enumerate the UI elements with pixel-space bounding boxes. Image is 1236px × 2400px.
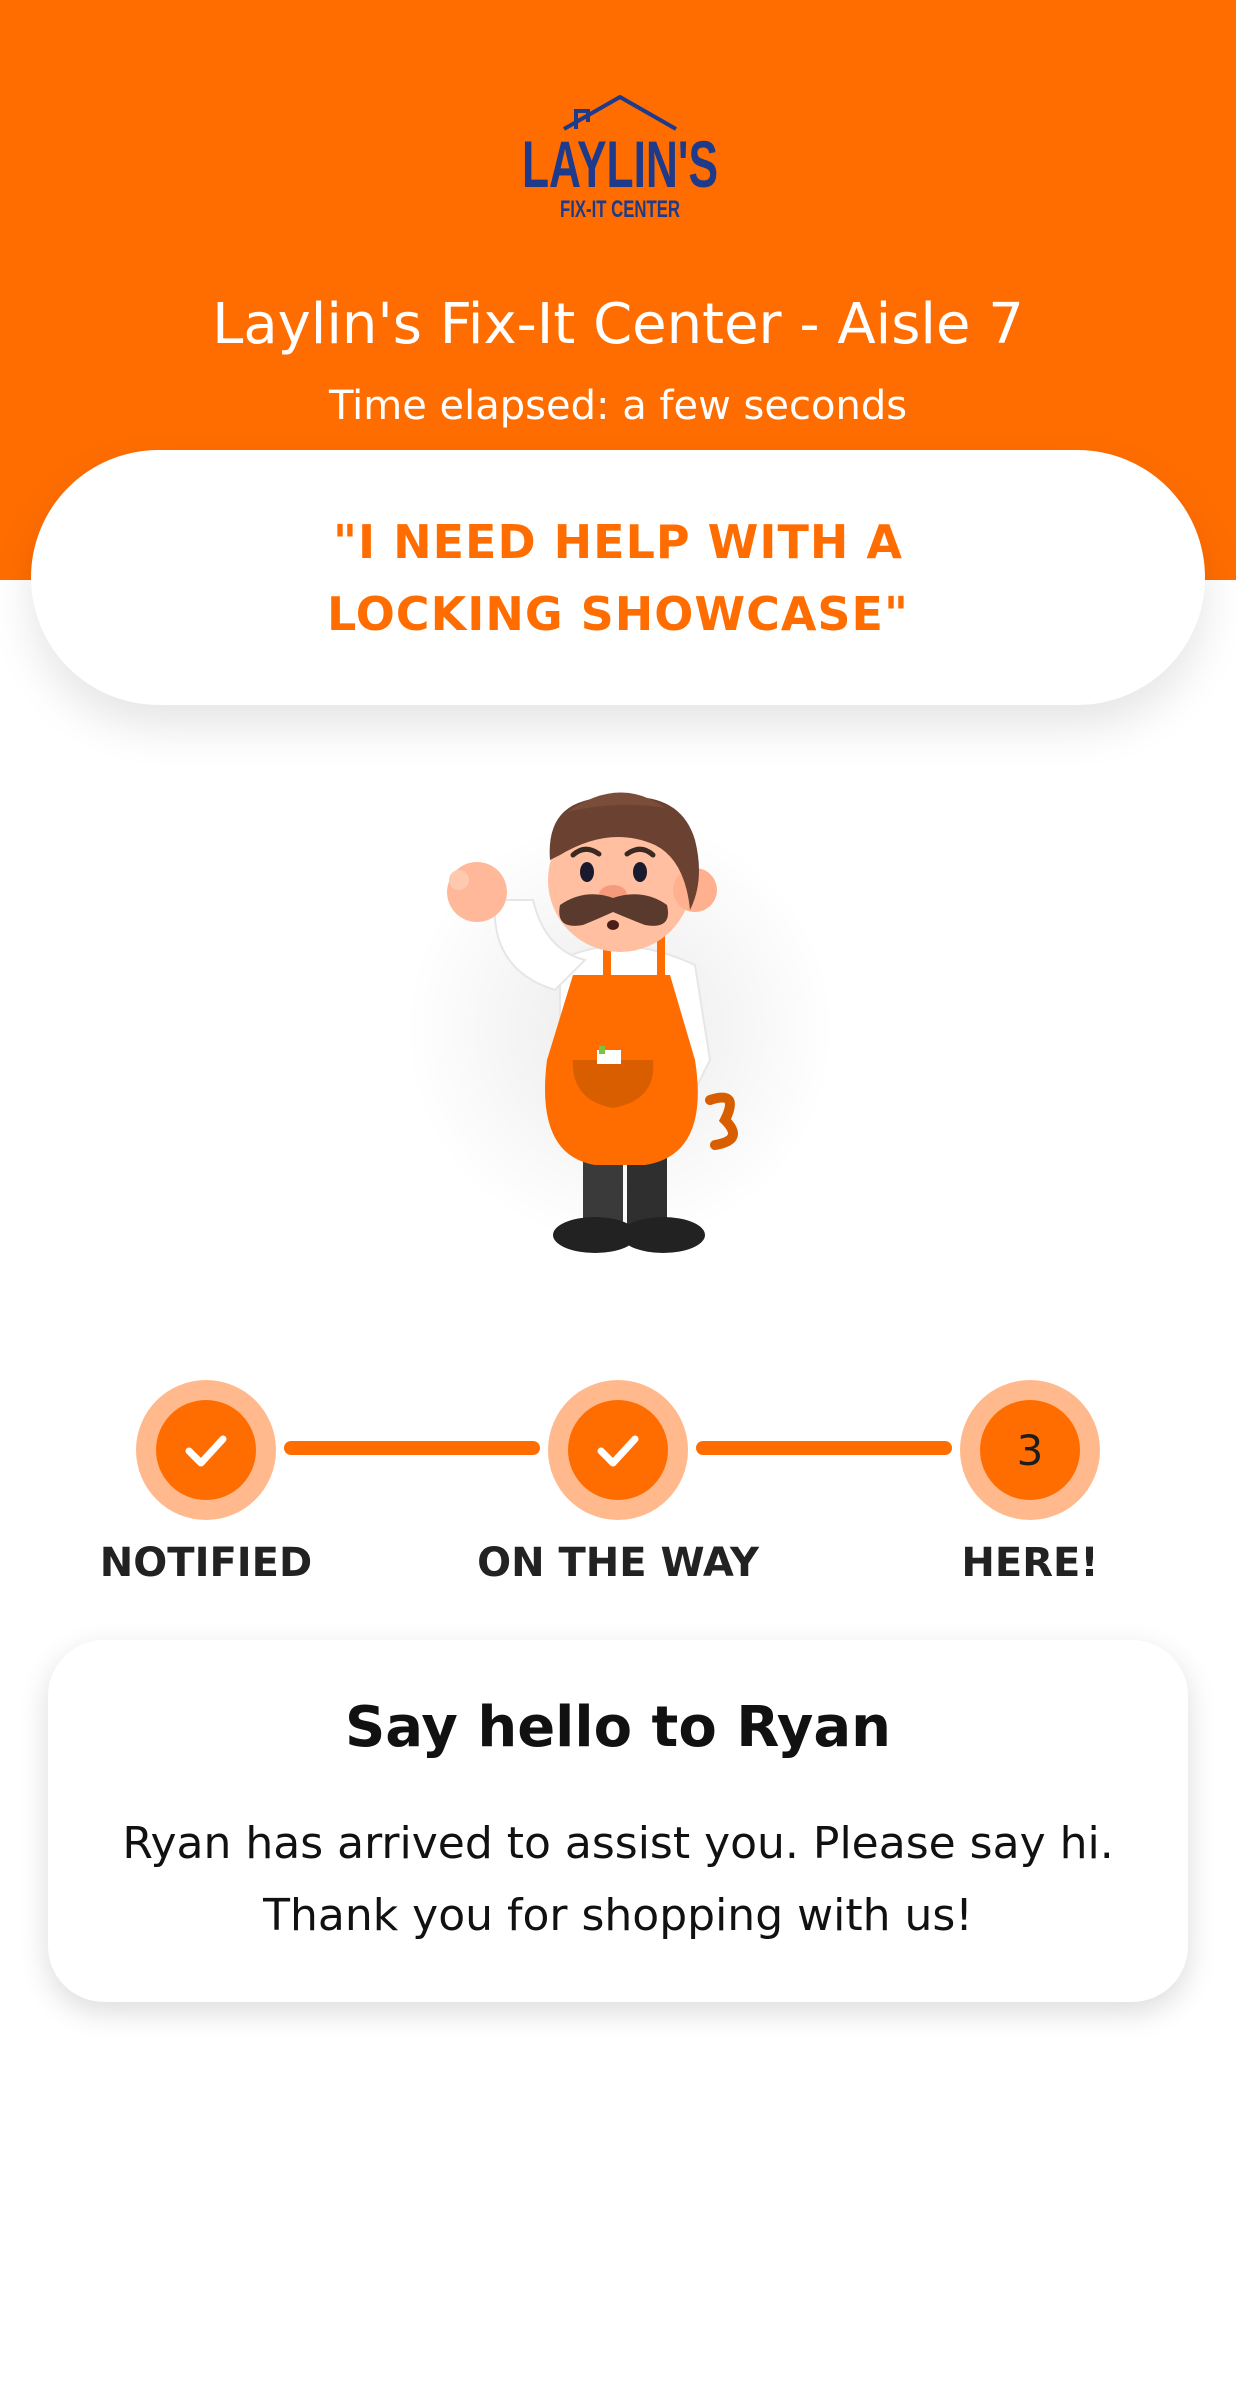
progress-stepper: NOTIFIED ON THE WAY 3 HERE! xyxy=(0,1375,1236,1595)
house-roof-logo-icon: LAYLIN'S FIX-IT CENTER xyxy=(522,95,718,223)
progress-connector-2 xyxy=(696,1441,952,1455)
step-on-the-way-indicator xyxy=(548,1380,688,1520)
step-number: 3 xyxy=(980,1400,1080,1500)
time-elapsed-text: Time elapsed: a few seconds xyxy=(328,383,908,429)
checkmark-icon xyxy=(185,1435,227,1467)
svg-text:LAYLIN'S: LAYLIN'S xyxy=(522,127,718,201)
store-aisle-title: Laylin's Fix-It Center - Aisle 7 xyxy=(212,292,1024,357)
progress-connector-1 xyxy=(284,1441,540,1455)
step-on-the-way-label: ON THE WAY xyxy=(477,1540,759,1586)
arrival-message-card: Say hello to Ryan Ryan has arrived to as… xyxy=(48,1640,1188,2002)
checkmark-icon xyxy=(597,1435,639,1467)
step-here-label: HERE! xyxy=(961,1540,1099,1586)
request-text: "I NEED HELP WITH A LOCKING SHOWCASE" xyxy=(327,514,909,641)
store-associate-mascot-icon xyxy=(395,760,845,1300)
svg-text:FIX-IT CENTER: FIX-IT CENTER xyxy=(560,196,680,223)
card-message: Ryan has arrived to assist you. Please s… xyxy=(122,1818,1114,1941)
step-here-indicator: 3 xyxy=(960,1380,1100,1520)
step-notified-label: NOTIFIED xyxy=(99,1540,313,1586)
step-notified-indicator xyxy=(136,1380,276,1520)
card-title: Say hello to Ryan xyxy=(344,1695,892,1760)
brand-logo: LAYLIN'S FIX-IT CENTER xyxy=(518,95,722,225)
request-banner: "I NEED HELP WITH A LOCKING SHOWCASE" xyxy=(31,450,1205,705)
